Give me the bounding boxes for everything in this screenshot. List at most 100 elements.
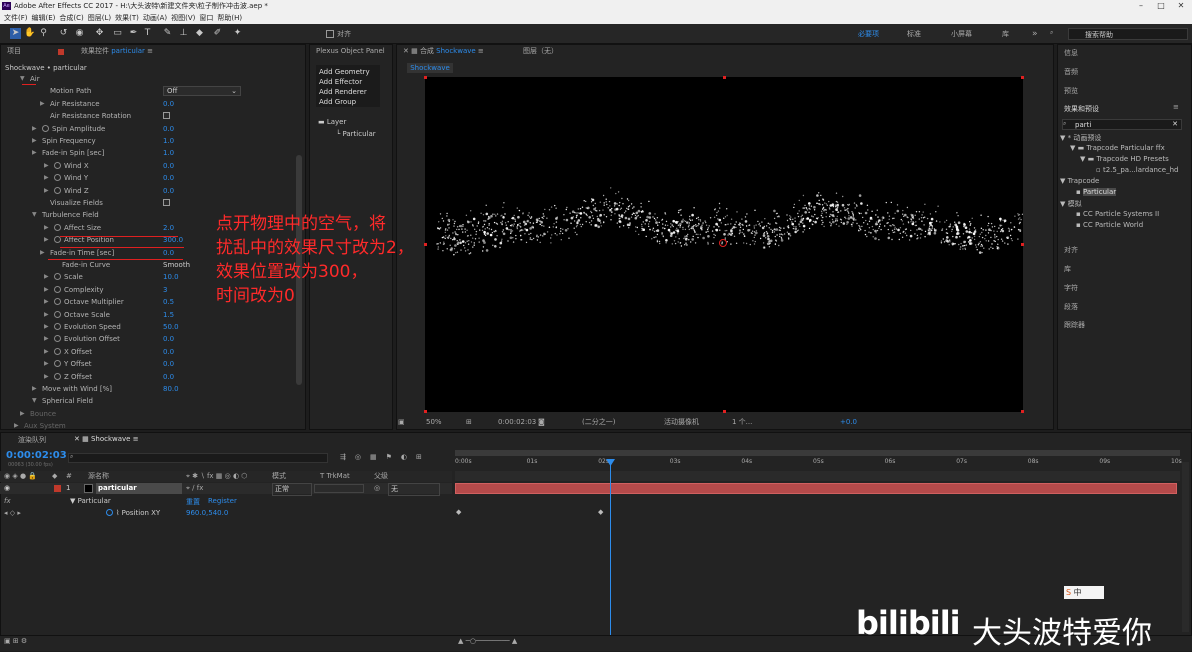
- anchor-point-icon[interactable]: [719, 239, 727, 247]
- disclosure-triangle-icon[interactable]: ▶: [44, 346, 49, 358]
- tree-item[interactable]: ▪ Particular: [1060, 188, 1188, 199]
- stopwatch-icon[interactable]: [54, 186, 61, 194]
- zoom-slider[interactable]: ▲ ─○──────── ▲: [458, 637, 517, 645]
- property-value[interactable]: Smooth: [163, 259, 190, 271]
- menu-item[interactable]: 文件(F): [4, 14, 28, 22]
- effect-row[interactable]: ▼ Particular: [70, 497, 111, 505]
- layer-row[interactable]: ◉ 1 particular ⌖ ∕ fx 正常 ◎ 无: [0, 483, 452, 496]
- pen-tool-icon[interactable]: ✒: [128, 28, 139, 39]
- stopwatch-icon[interactable]: [54, 174, 61, 182]
- paragraph-panel-tab[interactable]: 段落: [1064, 302, 1078, 312]
- safe-zones-icon[interactable]: ⊞: [466, 415, 472, 429]
- property-row[interactable]: ▶ Aux System: [0, 420, 300, 432]
- property-dropdown[interactable]: Off ⌄: [163, 86, 241, 97]
- menu-item[interactable]: 视图(V): [171, 14, 195, 22]
- layer-name[interactable]: particular: [96, 483, 182, 494]
- property-row[interactable]: ▶ Evolution Offset 0.0: [0, 333, 300, 345]
- disclosure-triangle-icon[interactable]: ▶: [40, 247, 45, 259]
- disclosure-triangle-icon[interactable]: ▶: [32, 135, 37, 147]
- property-row[interactable]: ▶ Wind Y 0.0: [0, 172, 300, 184]
- tree-item[interactable]: ▪ CC Particle Systems II: [1060, 210, 1188, 221]
- viewer-timecode[interactable]: 0:00:02:03: [498, 415, 536, 429]
- workspace-small-screen[interactable]: 小屏幕: [951, 27, 972, 41]
- plexus-particular-node[interactable]: └ Particular: [336, 130, 376, 138]
- keyframe-diamond-icon[interactable]: ◆: [456, 508, 461, 516]
- plexus-layer-node[interactable]: ▬ Layer: [318, 118, 346, 126]
- eraser-tool-icon[interactable]: ◆: [194, 28, 205, 39]
- timeline-scrollbar[interactable]: [1182, 462, 1189, 632]
- bbox-handle[interactable]: [424, 76, 427, 79]
- property-row[interactable]: ▶ Fade-in Spin [sec] 1.0: [0, 147, 300, 159]
- property-row[interactable]: Motion Path Off ⌄: [0, 85, 300, 97]
- property-value[interactable]: 0.0: [163, 172, 174, 184]
- tree-item[interactable]: ▪ CC Particle World: [1060, 221, 1188, 232]
- keyframe-nav-icon[interactable]: ◂ ◇ ▸: [4, 509, 21, 517]
- layer-duration-bar[interactable]: [455, 483, 1177, 494]
- tracker-panel-tab[interactable]: 跟踪器: [1064, 320, 1085, 330]
- layer-tab[interactable]: 图层（无）: [523, 45, 558, 58]
- puppet-tool-icon[interactable]: ✦: [232, 28, 243, 39]
- more-workspaces-icon[interactable]: »: [1032, 27, 1038, 41]
- pan-behind-tool-icon[interactable]: ✥: [94, 28, 105, 39]
- disclosure-triangle-icon[interactable]: ▶: [44, 333, 49, 345]
- stopwatch-icon[interactable]: [54, 298, 61, 306]
- register-link[interactable]: Register: [208, 497, 237, 505]
- disclosure-triangle-icon[interactable]: ▶: [32, 147, 37, 159]
- menu-item[interactable]: 编辑(E): [32, 14, 56, 22]
- property-value[interactable]: 3: [163, 284, 167, 296]
- comp-tab[interactable]: ✕ ▦ 合成 Shockwave ≡: [403, 47, 484, 55]
- minimize-icon[interactable]: –: [1132, 0, 1150, 12]
- disclosure-triangle-icon[interactable]: ▶: [40, 98, 45, 110]
- active-camera-select[interactable]: 活动摄像机: [664, 415, 699, 429]
- bbox-handle[interactable]: [1021, 243, 1024, 246]
- source-name-header[interactable]: 源名称: [88, 471, 109, 482]
- property-value[interactable]: 0.0: [163, 247, 174, 259]
- info-panel-tab[interactable]: 信息: [1064, 48, 1078, 58]
- menu-item[interactable]: 图层(L): [88, 14, 111, 22]
- trkmat-header[interactable]: T TrkMat: [320, 471, 350, 482]
- property-row[interactable]: ▶ Move with Wind [%] 80.0: [0, 383, 300, 395]
- property-value[interactable]: 10.0: [163, 271, 179, 283]
- zoom-tool-icon[interactable]: ⚲: [38, 28, 49, 39]
- property-row[interactable]: ▶ Air Resistance 0.0: [0, 98, 300, 110]
- workspace-essentials[interactable]: 必要项: [858, 27, 879, 41]
- property-row[interactable]: Visualize Fields: [0, 197, 300, 209]
- tree-item[interactable]: ▫ t2.5_pa...lardance_hd: [1060, 166, 1188, 177]
- add-group-button[interactable]: Add Group: [319, 97, 380, 107]
- property-row[interactable]: ▶ Y Offset 0.0: [0, 358, 300, 370]
- stopwatch-icon[interactable]: [106, 509, 113, 516]
- rectangle-tool-icon[interactable]: ▭: [112, 28, 123, 39]
- rotate-tool-icon[interactable]: ↺: [58, 28, 69, 39]
- stopwatch-icon[interactable]: [54, 372, 61, 380]
- add-renderer-button[interactable]: Add Renderer: [319, 87, 380, 97]
- property-checkbox[interactable]: [163, 112, 170, 120]
- selection-tool-icon[interactable]: ➤: [10, 28, 21, 39]
- close-icon[interactable]: ✕: [1172, 0, 1190, 12]
- panel-menu-icon[interactable]: ≡: [1173, 103, 1179, 111]
- disclosure-triangle-icon[interactable]: ▼: [32, 209, 37, 221]
- bbox-handle[interactable]: [723, 410, 726, 413]
- property-value[interactable]: 50.0: [163, 321, 179, 333]
- disclosure-triangle-icon[interactable]: ▶: [44, 271, 49, 283]
- reset-link[interactable]: 重置: [186, 497, 200, 507]
- visibility-icon[interactable]: ◉: [4, 483, 10, 494]
- property-value[interactable]: 0.0: [163, 371, 174, 383]
- stopwatch-icon[interactable]: [54, 323, 61, 330]
- views-select[interactable]: 1 个...: [732, 415, 752, 429]
- property-value[interactable]: 0.0: [163, 160, 174, 172]
- brush-tool-icon[interactable]: ✎: [162, 28, 173, 39]
- layer-switches[interactable]: ⌖ ∕ fx: [186, 483, 203, 494]
- timeline-search-input[interactable]: [68, 453, 328, 463]
- effects-search-input[interactable]: parti ✕: [1062, 119, 1182, 130]
- add-effector-button[interactable]: Add Effector: [319, 77, 380, 87]
- work-area-bar[interactable]: [455, 450, 1180, 456]
- disclosure-triangle-icon[interactable]: ▶: [44, 185, 49, 197]
- effect-controls-tab[interactable]: 效果控件 particular ≡: [81, 45, 153, 58]
- ime-toolbar[interactable]: S 中: [1064, 586, 1104, 599]
- playhead[interactable]: [610, 460, 611, 635]
- trkmat-select[interactable]: [314, 484, 364, 493]
- blend-mode-select[interactable]: 正常: [272, 483, 312, 496]
- property-checkbox[interactable]: [163, 199, 170, 206]
- stopwatch-icon[interactable]: [54, 161, 61, 169]
- help-search-input[interactable]: 搜索帮助: [1068, 28, 1188, 40]
